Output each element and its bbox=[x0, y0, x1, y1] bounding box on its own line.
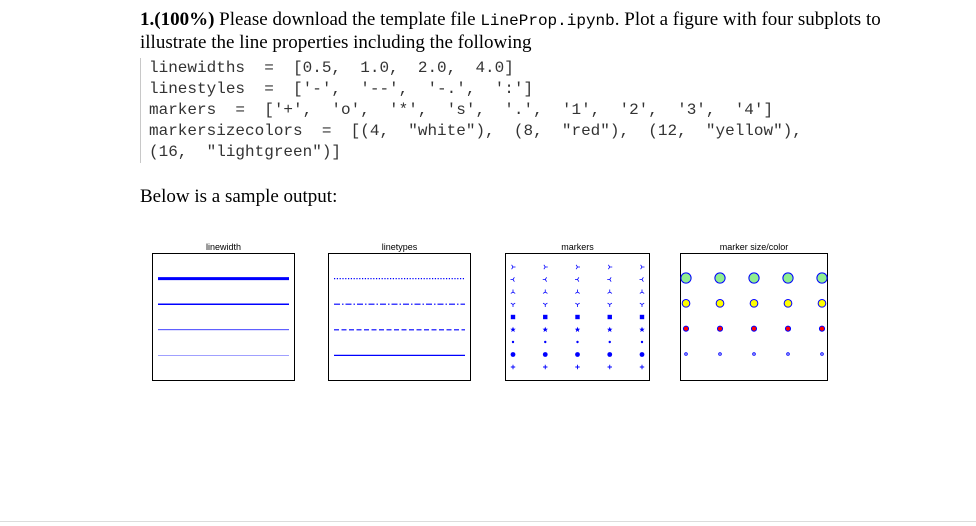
size-marker-2-3 bbox=[784, 325, 792, 332]
marker-4-4 bbox=[639, 314, 645, 320]
marker-6-1 bbox=[544, 340, 547, 344]
page-bottom-rule bbox=[0, 521, 976, 522]
code-line-linestyles: linestyles = ['-', '--', '-.', ':'] bbox=[149, 80, 534, 98]
size-marker-0-0 bbox=[680, 272, 692, 284]
marker-7-1 bbox=[542, 352, 548, 357]
marker-7-2 bbox=[575, 352, 580, 357]
code-line-markersizecolors: markersizecolors = [(4, "white"), (8, "r… bbox=[149, 122, 802, 140]
panel-title-markers: markers bbox=[561, 242, 594, 252]
axes-frame bbox=[152, 253, 295, 381]
axes-frame bbox=[328, 253, 471, 381]
code-line-markersizecolors-cont: (16, "lightgreen")] bbox=[149, 143, 342, 161]
question-intro: Please download the template file bbox=[214, 9, 481, 30]
size-marker-3-0 bbox=[684, 352, 688, 356]
size-marker-0-1 bbox=[714, 272, 726, 284]
question-number: 1. bbox=[140, 9, 155, 30]
code-block: linewidths = [0.5, 1.0, 2.0, 4.0] linesty… bbox=[140, 58, 849, 163]
size-marker-1-1 bbox=[715, 298, 725, 308]
question-weight: (100%) bbox=[154, 9, 215, 30]
size-marker-3-2 bbox=[752, 352, 756, 356]
marker-4-3 bbox=[607, 314, 612, 320]
subplot-linewidth bbox=[152, 253, 295, 381]
marker-4-0 bbox=[510, 314, 516, 320]
size-marker-3-3 bbox=[786, 352, 790, 356]
subplot-markers bbox=[505, 253, 650, 381]
marker-4-1 bbox=[543, 314, 548, 320]
subplot-marker-size-color bbox=[680, 253, 828, 381]
size-marker-0-4 bbox=[816, 272, 828, 284]
marker-7-3 bbox=[607, 352, 613, 357]
code-line-linewidths: linewidths = [0.5, 1.0, 2.0, 4.0] bbox=[149, 59, 514, 77]
size-marker-0-3 bbox=[782, 272, 794, 284]
size-marker-1-2 bbox=[749, 298, 759, 308]
marker-7-0 bbox=[510, 352, 516, 357]
size-marker-0-2 bbox=[748, 272, 760, 284]
marker-4-2 bbox=[575, 314, 580, 320]
size-marker-2-4 bbox=[818, 325, 826, 332]
size-marker-2-0 bbox=[682, 325, 690, 332]
size-marker-3-4 bbox=[820, 352, 824, 356]
marker-6-4 bbox=[640, 340, 644, 344]
size-marker-2-1 bbox=[716, 325, 724, 332]
template-file-name: LineProp.ipynb bbox=[480, 12, 615, 30]
size-marker-1-4 bbox=[817, 298, 827, 308]
marker-6-3 bbox=[608, 340, 611, 344]
panel-title-linetypes: linetypes bbox=[381, 242, 418, 252]
sample-output-label: Below is a sample output: bbox=[140, 186, 338, 207]
size-marker-1-3 bbox=[783, 298, 793, 308]
size-marker-3-1 bbox=[718, 352, 722, 356]
marker-7-4 bbox=[639, 352, 645, 357]
question-text: 1.(100%) Please download the template fi… bbox=[140, 9, 940, 54]
size-marker-1-0 bbox=[681, 298, 691, 308]
panel-title-marker-size-color: marker size/color bbox=[719, 242, 789, 252]
subplot-linetypes bbox=[328, 253, 471, 381]
marker-6-2 bbox=[576, 340, 579, 344]
panel-title-linewidth: linewidth bbox=[205, 242, 242, 252]
size-marker-2-2 bbox=[750, 325, 758, 332]
code-line-markers: markers = ['+', 'o', '*', 's', '.', '1',… bbox=[149, 101, 774, 119]
marker-6-0 bbox=[511, 340, 515, 344]
